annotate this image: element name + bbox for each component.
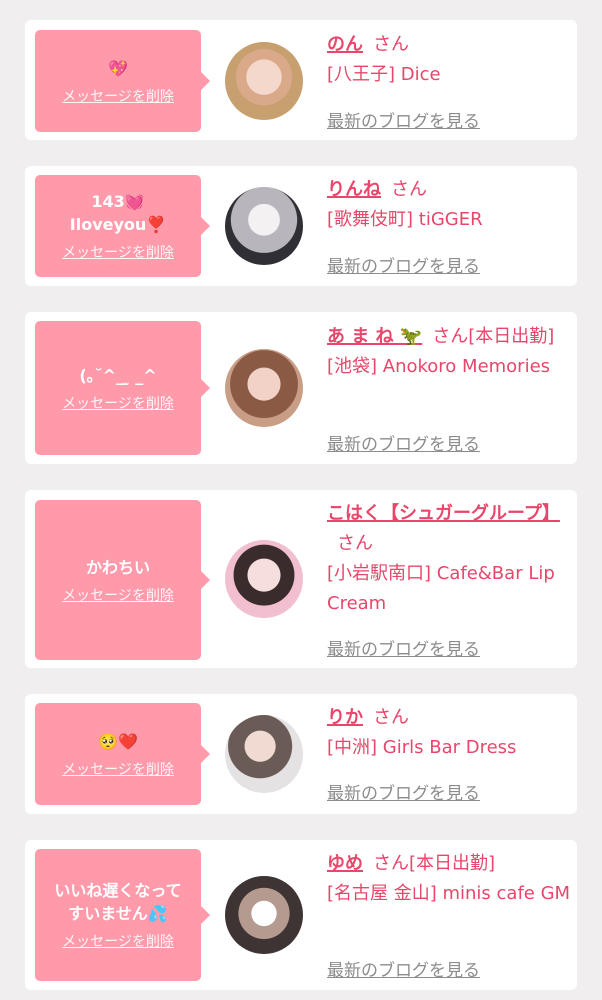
profile-name-row: あ ま ね 🦖 さん[本日出勤] — [327, 322, 571, 352]
message-text: 💖 — [108, 58, 128, 78]
message-text: 🥺❤️ — [98, 731, 138, 751]
profile-info: りか さん [中洲] Girls Bar Dress — [327, 703, 571, 763]
honorific: さん — [337, 533, 373, 554]
profile-name-link[interactable]: りか — [327, 707, 363, 728]
latest-blog-link[interactable]: 最新のブログを見る — [327, 107, 480, 132]
shop-label: [小岩駅南口] Cafe&Bar Lip Cream — [327, 563, 555, 614]
message-bubble: 💖 メッセージを削除 — [35, 30, 210, 132]
profile-info: こはく【シュガーグループ】さん [小岩駅南口] Cafe&Bar Lip Cre… — [327, 499, 571, 619]
profile-name-link[interactable]: こはく【シュガーグループ】 — [327, 503, 560, 524]
profile-info: あ ま ね 🦖 さん[本日出勤] [池袋] Anokoro Memories — [327, 322, 571, 382]
latest-blog-link[interactable]: 最新のブログを見る — [327, 252, 480, 277]
message-text: (｡˘^_ ̫ _^ — [79, 365, 157, 385]
message-text: いいね遅くなって すいません💦 — [54, 881, 182, 923]
shop-label: [池袋] Anokoro Memories — [327, 356, 551, 377]
message-card: (｡˘^_ ̫ _^ メッセージを削除 あ ま ね 🦖 さん[本日出勤] [池袋]… — [25, 312, 577, 464]
shop-label: [中洲] Girls Bar Dress — [327, 737, 517, 758]
message-card: 143💓 Iloveyou❣️ メッセージを削除 りんね さん [歌舞伎町] ti… — [25, 166, 577, 286]
avatar[interactable] — [225, 42, 303, 120]
message-card: 💖 メッセージを削除 のん さん [八王子] Dice 最新のブログを見る — [25, 20, 577, 140]
profile-name-link[interactable]: ゆめ — [327, 853, 363, 874]
message-bubble: 🥺❤️ メッセージを削除 — [35, 703, 210, 805]
message-bubble: (｡˘^_ ̫ _^ メッセージを削除 — [35, 321, 210, 455]
profile-name-link[interactable]: あ ま ね 🦖 — [327, 326, 422, 347]
latest-blog-link[interactable]: 最新のブログを見る — [327, 779, 480, 804]
latest-blog-link[interactable]: 最新のブログを見る — [327, 635, 480, 660]
honorific: さん — [391, 179, 427, 200]
status-badge: [本日出勤] — [409, 853, 496, 874]
profile-name-row: ゆめ さん[本日出勤] — [327, 849, 571, 879]
profile-name-link[interactable]: りんね — [327, 179, 381, 200]
message-text: かわちい — [85, 557, 150, 577]
shop-label: [八王子] Dice — [327, 64, 441, 85]
message-text: 143💓 Iloveyou❣️ — [69, 192, 167, 234]
profile-info: りんね さん [歌舞伎町] tiGGER — [327, 175, 571, 235]
message-bubble: いいね遅くなって すいません💦 メッセージを削除 — [35, 849, 210, 981]
profile-info: のん さん [八王子] Dice — [327, 30, 571, 90]
honorific: さん — [373, 853, 409, 874]
message-bubble: かわちい メッセージを削除 — [35, 500, 210, 660]
honorific: さん — [373, 34, 409, 55]
delete-message-link[interactable]: メッセージを削除 — [62, 759, 174, 779]
profile-name-row: りか さん — [327, 703, 571, 733]
message-card: かわちい メッセージを削除 こはく【シュガーグループ】さん [小岩駅南口] Ca… — [25, 490, 577, 668]
delete-message-link[interactable]: メッセージを削除 — [62, 393, 174, 413]
latest-blog-link[interactable]: 最新のブログを見る — [327, 956, 480, 981]
delete-message-link[interactable]: メッセージを削除 — [62, 242, 174, 262]
message-bubble: 143💓 Iloveyou❣️ メッセージを削除 — [35, 175, 210, 277]
message-card: 🥺❤️ メッセージを削除 りか さん [中洲] Girls Bar Dress 最… — [25, 694, 577, 814]
avatar[interactable] — [225, 715, 303, 793]
message-card: いいね遅くなって すいません💦 メッセージを削除 ゆめ さん[本日出勤] [名古屋… — [25, 840, 577, 990]
honorific: さん — [432, 326, 469, 347]
shop-label: [歌舞伎町] tiGGER — [327, 209, 483, 230]
status-badge: [本日出勤] — [468, 326, 555, 347]
avatar[interactable] — [225, 876, 303, 954]
profile-name-row: こはく【シュガーグループ】さん — [327, 499, 571, 559]
honorific: さん — [373, 707, 409, 728]
avatar[interactable] — [225, 540, 303, 618]
avatar[interactable] — [225, 349, 303, 427]
profile-name-row: のん さん — [327, 30, 571, 60]
delete-message-link[interactable]: メッセージを削除 — [62, 585, 174, 605]
profile-info: ゆめ さん[本日出勤] [名古屋 金山] minis cafe GM — [327, 849, 571, 909]
delete-message-link[interactable]: メッセージを削除 — [62, 931, 174, 951]
latest-blog-link[interactable]: 最新のブログを見る — [327, 430, 480, 455]
shop-label: [名古屋 金山] minis cafe GM — [327, 883, 571, 904]
delete-message-link[interactable]: メッセージを削除 — [62, 86, 174, 106]
profile-name-row: りんね さん — [327, 175, 571, 205]
profile-name-link[interactable]: のん — [327, 34, 363, 55]
avatar[interactable] — [225, 187, 303, 265]
